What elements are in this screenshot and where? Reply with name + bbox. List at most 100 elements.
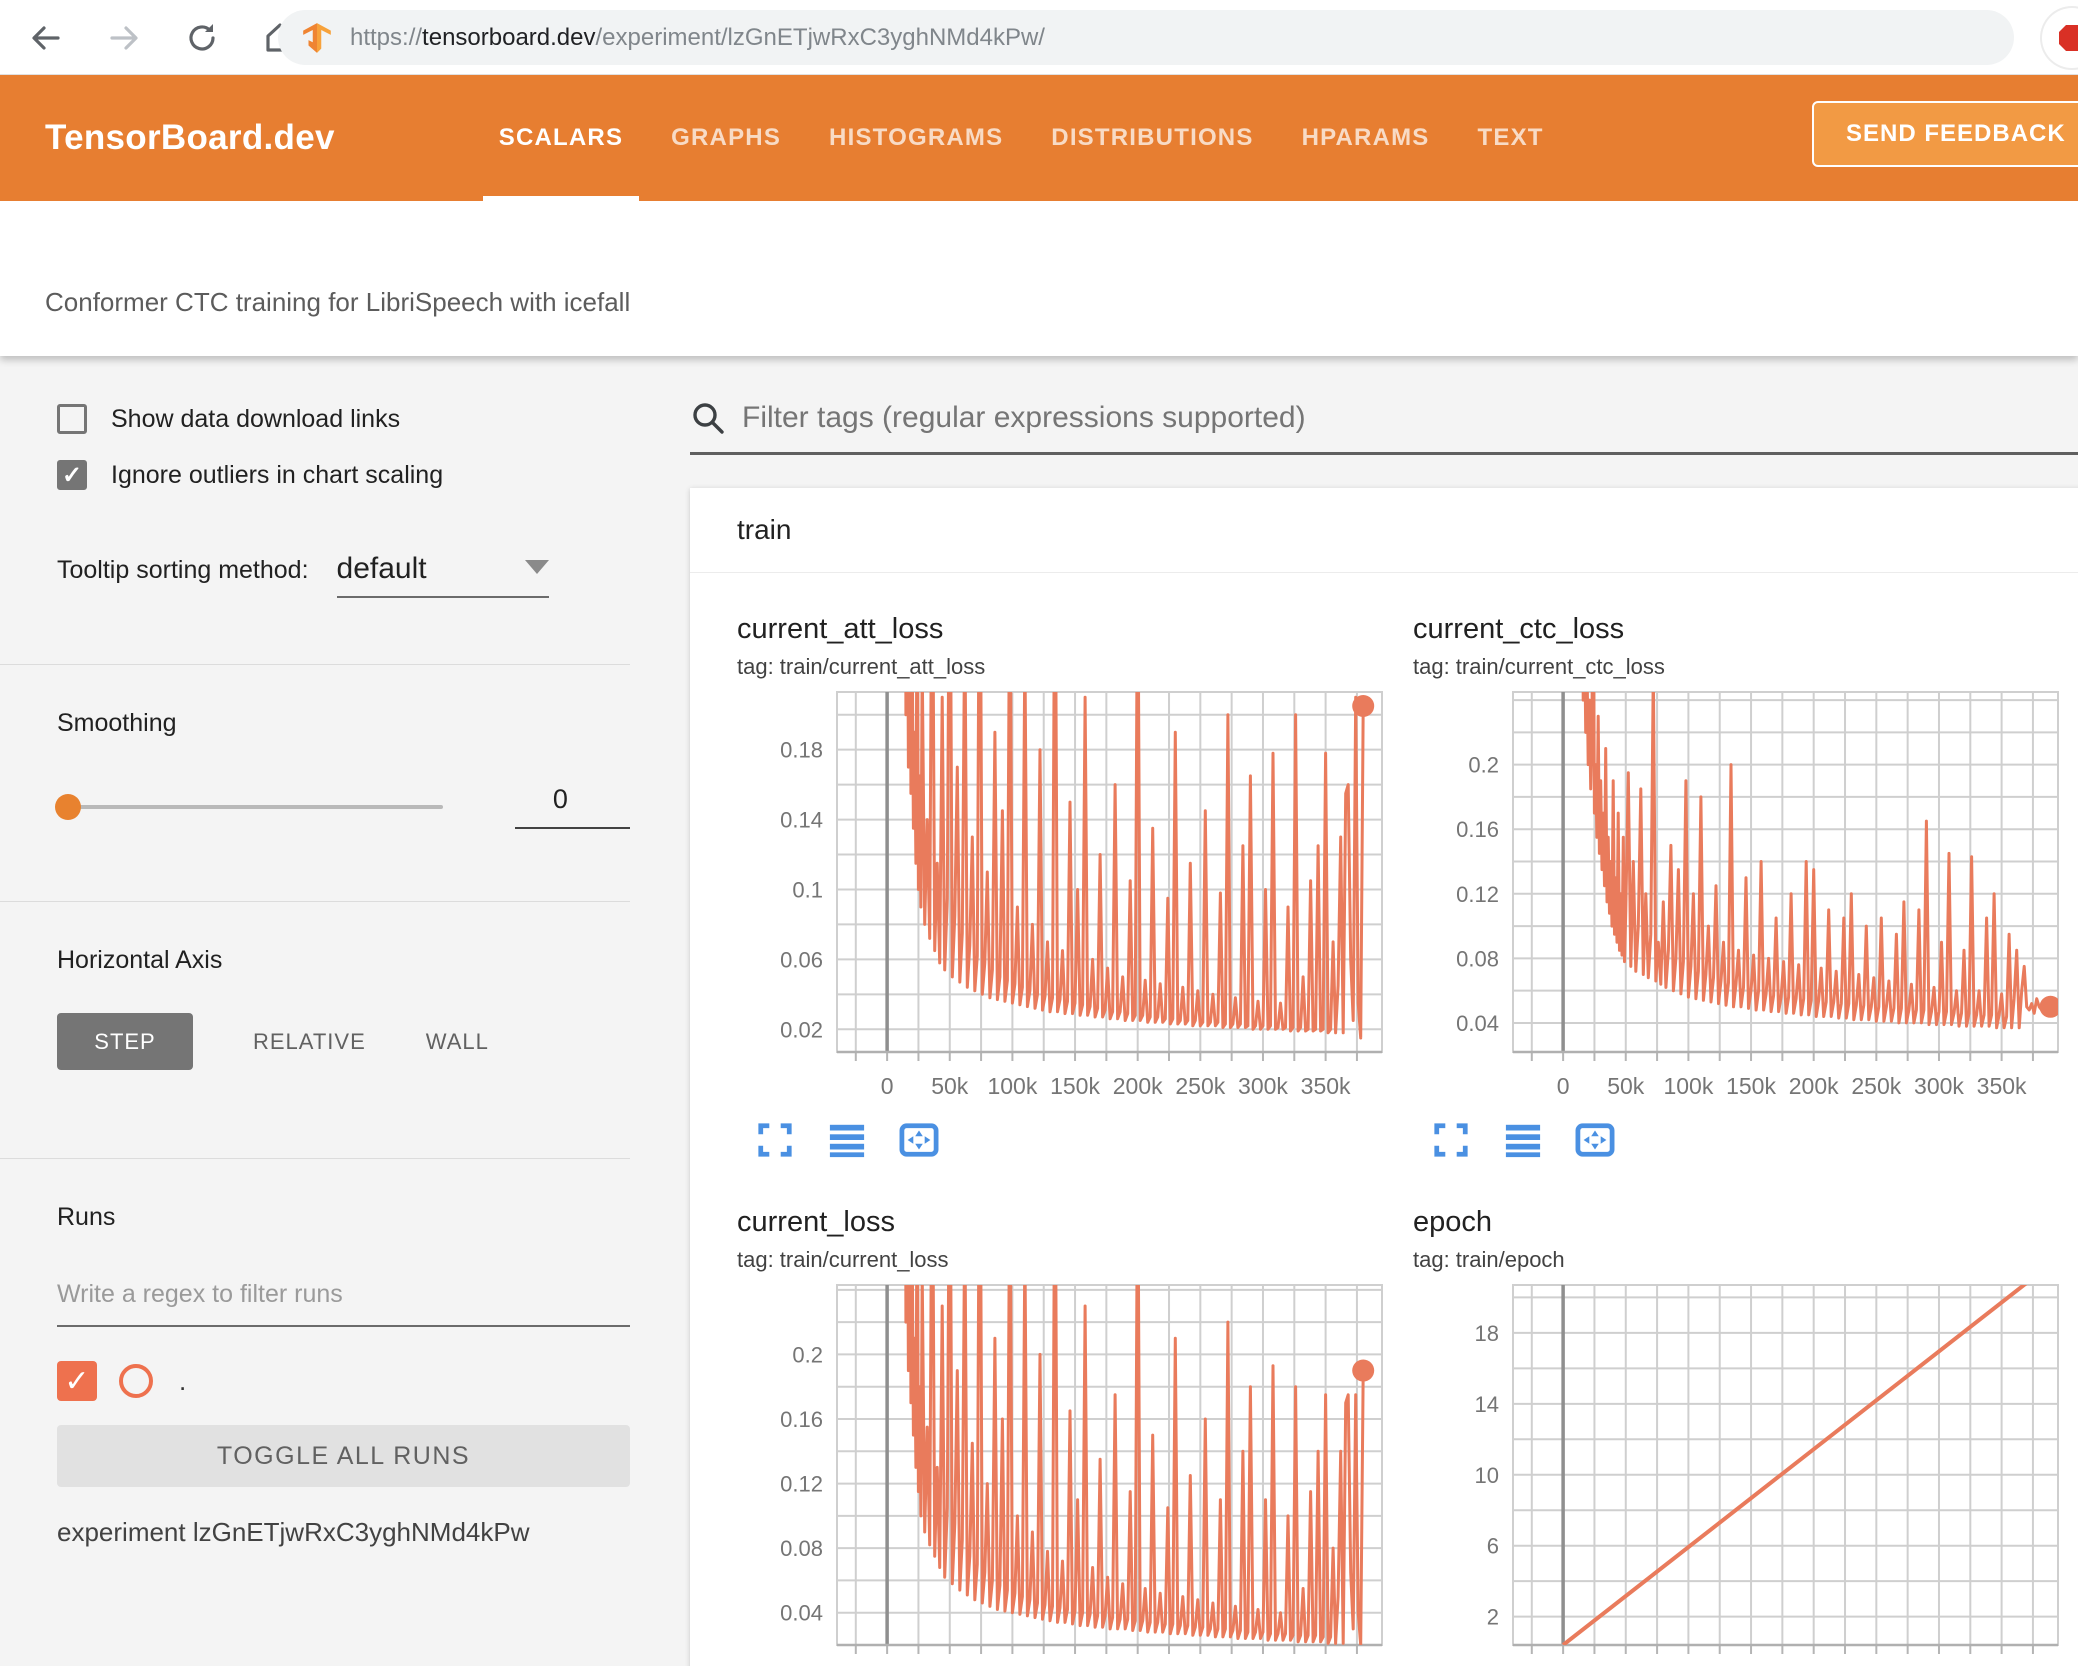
svg-text:0.14: 0.14 xyxy=(780,808,823,833)
runs-regex-input[interactable]: Write a regex to filter runs xyxy=(57,1280,630,1327)
svg-text:350k: 350k xyxy=(1977,1073,2027,1099)
run-color-swatch[interactable] xyxy=(119,1364,153,1398)
svg-text:0.16: 0.16 xyxy=(1456,817,1499,842)
main-content: Filter tags (regular expressions support… xyxy=(690,356,2078,1666)
fit-domain-icon[interactable] xyxy=(899,1120,939,1160)
svg-text:0.1: 0.1 xyxy=(792,877,823,902)
axis-step-button[interactable]: STEP xyxy=(57,1013,193,1070)
filter-tags-input[interactable]: Filter tags (regular expressions support… xyxy=(690,400,2078,455)
chart-tag: tag: train/current_ctc_loss xyxy=(1413,654,1665,679)
experiment-title: Conformer CTC training for LibriSpeech w… xyxy=(45,287,631,317)
divider xyxy=(0,1158,630,1159)
ignore-outliers-checkbox[interactable]: ✓ xyxy=(57,460,87,490)
chart-title: epoch xyxy=(1413,1206,1493,1238)
smoothing-label: Smoothing xyxy=(57,709,177,737)
svg-text:300k: 300k xyxy=(1914,1073,1964,1099)
show-download-links-checkbox[interactable] xyxy=(57,404,87,434)
svg-text:150k: 150k xyxy=(1726,1073,1776,1099)
svg-text:150k: 150k xyxy=(1050,1073,1100,1099)
app-header: TensorBoard.dev SCALARS GRAPHS HISTOGRAM… xyxy=(0,75,2078,201)
tab-text[interactable]: TEXT xyxy=(1454,75,1568,201)
experiment-id-label: experiment lzGnETjwRxC3yghNMd4kPw xyxy=(57,1517,530,1547)
back-icon[interactable] xyxy=(28,20,64,56)
extension-button[interactable] xyxy=(2040,6,2078,70)
svg-text:0.2: 0.2 xyxy=(792,1342,823,1367)
show-download-links-label: Show data download links xyxy=(111,404,401,433)
chart-plot[interactable]: 0.040.080.120.160.2050k100k150k200k250k3… xyxy=(1413,686,2078,1116)
svg-text:0.18: 0.18 xyxy=(780,738,823,763)
chart-plot[interactable]: 26101418050k100k150k200k250k300k350k xyxy=(1413,1279,2078,1666)
filter-tags-placeholder: Filter tags (regular expressions support… xyxy=(742,401,1306,434)
experiment-title-strip: Conformer CTC training for LibriSpeech w… xyxy=(0,201,2078,356)
tab-hparams[interactable]: HPARAMS xyxy=(1278,75,1454,201)
run-row: ✓ . xyxy=(57,1361,630,1401)
svg-text:0.04: 0.04 xyxy=(780,1601,823,1626)
svg-text:250k: 250k xyxy=(1851,1073,1901,1099)
runs-label: Runs xyxy=(57,1203,116,1231)
search-icon xyxy=(693,403,724,434)
chart-title: current_ctc_loss xyxy=(1413,613,1625,645)
horizontal-axis-label: Horizontal Axis xyxy=(57,946,223,974)
tooltip-sorting-select[interactable]: default xyxy=(336,552,549,598)
divider xyxy=(0,664,630,665)
tab-histograms[interactable]: HISTOGRAMS xyxy=(805,75,1027,201)
chart-card-current-loss: current_loss tag: train/current_loss 0.0… xyxy=(737,1206,1413,1666)
svg-text:0.06: 0.06 xyxy=(780,947,823,972)
run-selector-lines-icon[interactable] xyxy=(1503,1120,1543,1160)
chart-card-epoch: epoch tag: train/epoch 26101418050k100k1… xyxy=(1413,1206,2078,1666)
chart-actions xyxy=(1431,1120,2078,1160)
toggle-all-runs-button[interactable]: TOGGLE ALL RUNS xyxy=(57,1425,630,1487)
divider xyxy=(0,901,630,902)
smoothing-slider-thumb[interactable] xyxy=(55,793,81,820)
charts-grid: current_att_loss tag: train/current_att_… xyxy=(690,573,2078,1666)
fullscreen-icon[interactable] xyxy=(755,1120,795,1160)
chevron-down-icon xyxy=(524,560,549,574)
ignore-outliers-label: Ignore outliers in chart scaling xyxy=(111,460,444,489)
chart-card-current-att-loss: current_att_loss tag: train/current_att_… xyxy=(737,613,1413,1160)
svg-text:250k: 250k xyxy=(1175,1073,1225,1099)
fullscreen-icon[interactable] xyxy=(1431,1120,1471,1160)
url-bar[interactable]: https://tensorboard.dev/experiment/lzGnE… xyxy=(278,10,2014,65)
svg-text:50k: 50k xyxy=(931,1073,969,1099)
svg-text:0.2: 0.2 xyxy=(1468,753,1499,778)
svg-text:18: 18 xyxy=(1475,1321,1499,1346)
chart-tag: tag: train/current_loss xyxy=(737,1247,949,1272)
tab-distributions[interactable]: DISTRIBUTIONS xyxy=(1027,75,1277,201)
train-section-header[interactable]: train xyxy=(690,488,2078,572)
show-download-links-row[interactable]: Show data download links xyxy=(57,404,630,434)
tensorboard-favicon xyxy=(303,22,331,53)
smoothing-value-input[interactable]: 0 xyxy=(514,784,630,829)
run-selector-lines-icon[interactable] xyxy=(827,1120,867,1160)
horizontal-axis-buttons: STEP RELATIVE WALL xyxy=(57,1013,630,1070)
svg-text:0.08: 0.08 xyxy=(780,1536,823,1561)
svg-text:0.04: 0.04 xyxy=(1456,1011,1499,1036)
smoothing-slider[interactable] xyxy=(55,793,443,820)
chart-plot[interactable]: 0.040.080.120.160.2050k100k150k200k250k3… xyxy=(737,1279,1413,1666)
chart-actions xyxy=(755,1120,1413,1160)
tab-graphs[interactable]: GRAPHS xyxy=(647,75,805,201)
fit-domain-icon[interactable] xyxy=(1575,1120,1615,1160)
settings-sidebar: Show data download links ✓ Ignore outlie… xyxy=(0,356,630,1666)
svg-text:2: 2 xyxy=(1487,1605,1499,1630)
send-feedback-button[interactable]: SEND FEEDBACK xyxy=(1812,101,2078,167)
run-checkbox[interactable]: ✓ xyxy=(57,1361,97,1401)
svg-text:100k: 100k xyxy=(987,1073,1037,1099)
svg-text:0.08: 0.08 xyxy=(1456,946,1499,971)
svg-text:350k: 350k xyxy=(1301,1073,1351,1099)
axis-wall-button[interactable]: WALL xyxy=(426,1029,489,1055)
svg-text:200k: 200k xyxy=(1113,1073,1163,1099)
chart-plot[interactable]: 0.02 0.06 0.1 0.14 0.18 0 50k 100k 150k 200k 250k 3… xyxy=(737,686,1413,1116)
axis-relative-button[interactable]: RELATIVE xyxy=(253,1029,366,1055)
tooltip-sorting-row: Tooltip sorting method: default xyxy=(57,552,630,598)
train-card: train current_att_loss tag: train/curren… xyxy=(690,488,2078,1666)
reload-icon[interactable] xyxy=(184,20,220,56)
tab-scalars[interactable]: SCALARS xyxy=(475,75,647,201)
smoothing-slider-row: 0 xyxy=(55,784,630,829)
ignore-outliers-row[interactable]: ✓ Ignore outliers in chart scaling xyxy=(57,460,630,490)
svg-text:300k: 300k xyxy=(1238,1073,1288,1099)
svg-text:0.16: 0.16 xyxy=(780,1407,823,1432)
browser-chrome: https://tensorboard.dev/experiment/lzGnE… xyxy=(0,0,2078,75)
forward-icon[interactable] xyxy=(106,20,142,56)
svg-text:14: 14 xyxy=(1475,1392,1499,1417)
app-logo: TensorBoard.dev xyxy=(45,118,335,157)
